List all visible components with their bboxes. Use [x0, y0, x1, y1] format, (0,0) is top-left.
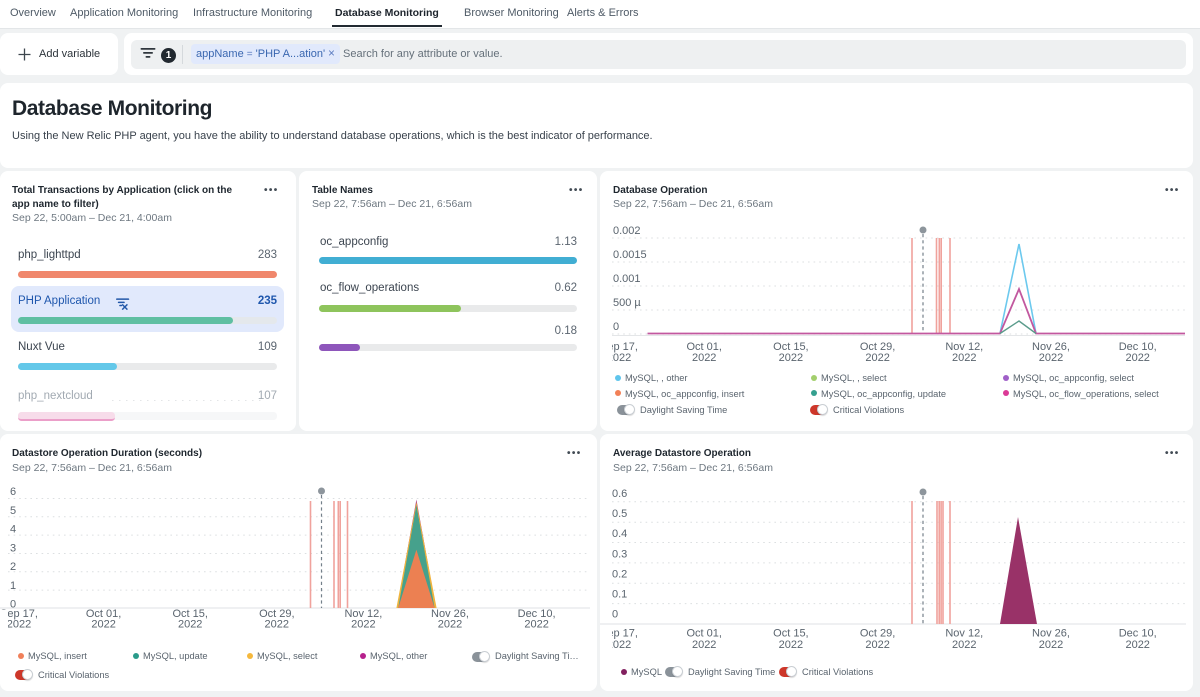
svg-text:2022: 2022	[91, 619, 115, 631]
svg-text:2022: 2022	[265, 619, 289, 631]
svg-text:Oct 29,: Oct 29,	[860, 628, 895, 640]
svg-text:6: 6	[10, 486, 16, 498]
svg-text:0.0015: 0.0015	[613, 249, 647, 261]
svg-text:2022: 2022	[692, 352, 716, 364]
svg-text:Nov 12,: Nov 12,	[945, 628, 983, 640]
svg-text:0.4: 0.4	[612, 528, 627, 540]
svg-text:0: 0	[612, 609, 618, 621]
svg-text:2022: 2022	[692, 639, 716, 651]
svg-text:0.5: 0.5	[612, 508, 627, 520]
svg-text:2022: 2022	[1039, 639, 1063, 651]
svg-text:5: 5	[10, 505, 16, 517]
svg-text:0.002: 0.002	[613, 225, 641, 237]
svg-text:2022: 2022	[524, 619, 548, 631]
svg-text:0.6: 0.6	[612, 488, 627, 500]
svg-text:2022: 2022	[952, 639, 976, 651]
svg-text:0.1: 0.1	[612, 589, 627, 601]
svg-text:2022: 2022	[952, 352, 976, 364]
svg-text:4: 4	[10, 524, 16, 536]
svg-text:3: 3	[10, 543, 16, 555]
svg-text:2022: 2022	[7, 619, 31, 631]
svg-text:Oct 01,: Oct 01,	[686, 628, 721, 640]
svg-text:2022: 2022	[351, 619, 375, 631]
svg-text:2022: 2022	[178, 619, 202, 631]
svg-text:Dec 10,: Dec 10,	[1119, 628, 1157, 640]
svg-text:0.001: 0.001	[613, 273, 641, 285]
svg-text:2022: 2022	[1039, 352, 1063, 364]
svg-text:0.2: 0.2	[612, 568, 627, 580]
svg-text:2022: 2022	[1125, 352, 1149, 364]
svg-text:2022: 2022	[779, 639, 803, 651]
svg-text:2022: 2022	[438, 619, 462, 631]
svg-text:0: 0	[613, 321, 619, 333]
svg-text:2022: 2022	[865, 639, 889, 651]
svg-text:2022: 2022	[865, 352, 889, 364]
svg-text:2022: 2022	[1125, 639, 1149, 651]
svg-text:500 µ: 500 µ	[613, 297, 641, 309]
svg-text:Nov 26,: Nov 26,	[1032, 628, 1070, 640]
svg-text:0.3: 0.3	[612, 548, 627, 560]
svg-text:2022: 2022	[779, 352, 803, 364]
svg-text:2: 2	[10, 561, 16, 573]
svg-text:Oct 15,: Oct 15,	[773, 628, 808, 640]
svg-text:1: 1	[10, 580, 16, 592]
